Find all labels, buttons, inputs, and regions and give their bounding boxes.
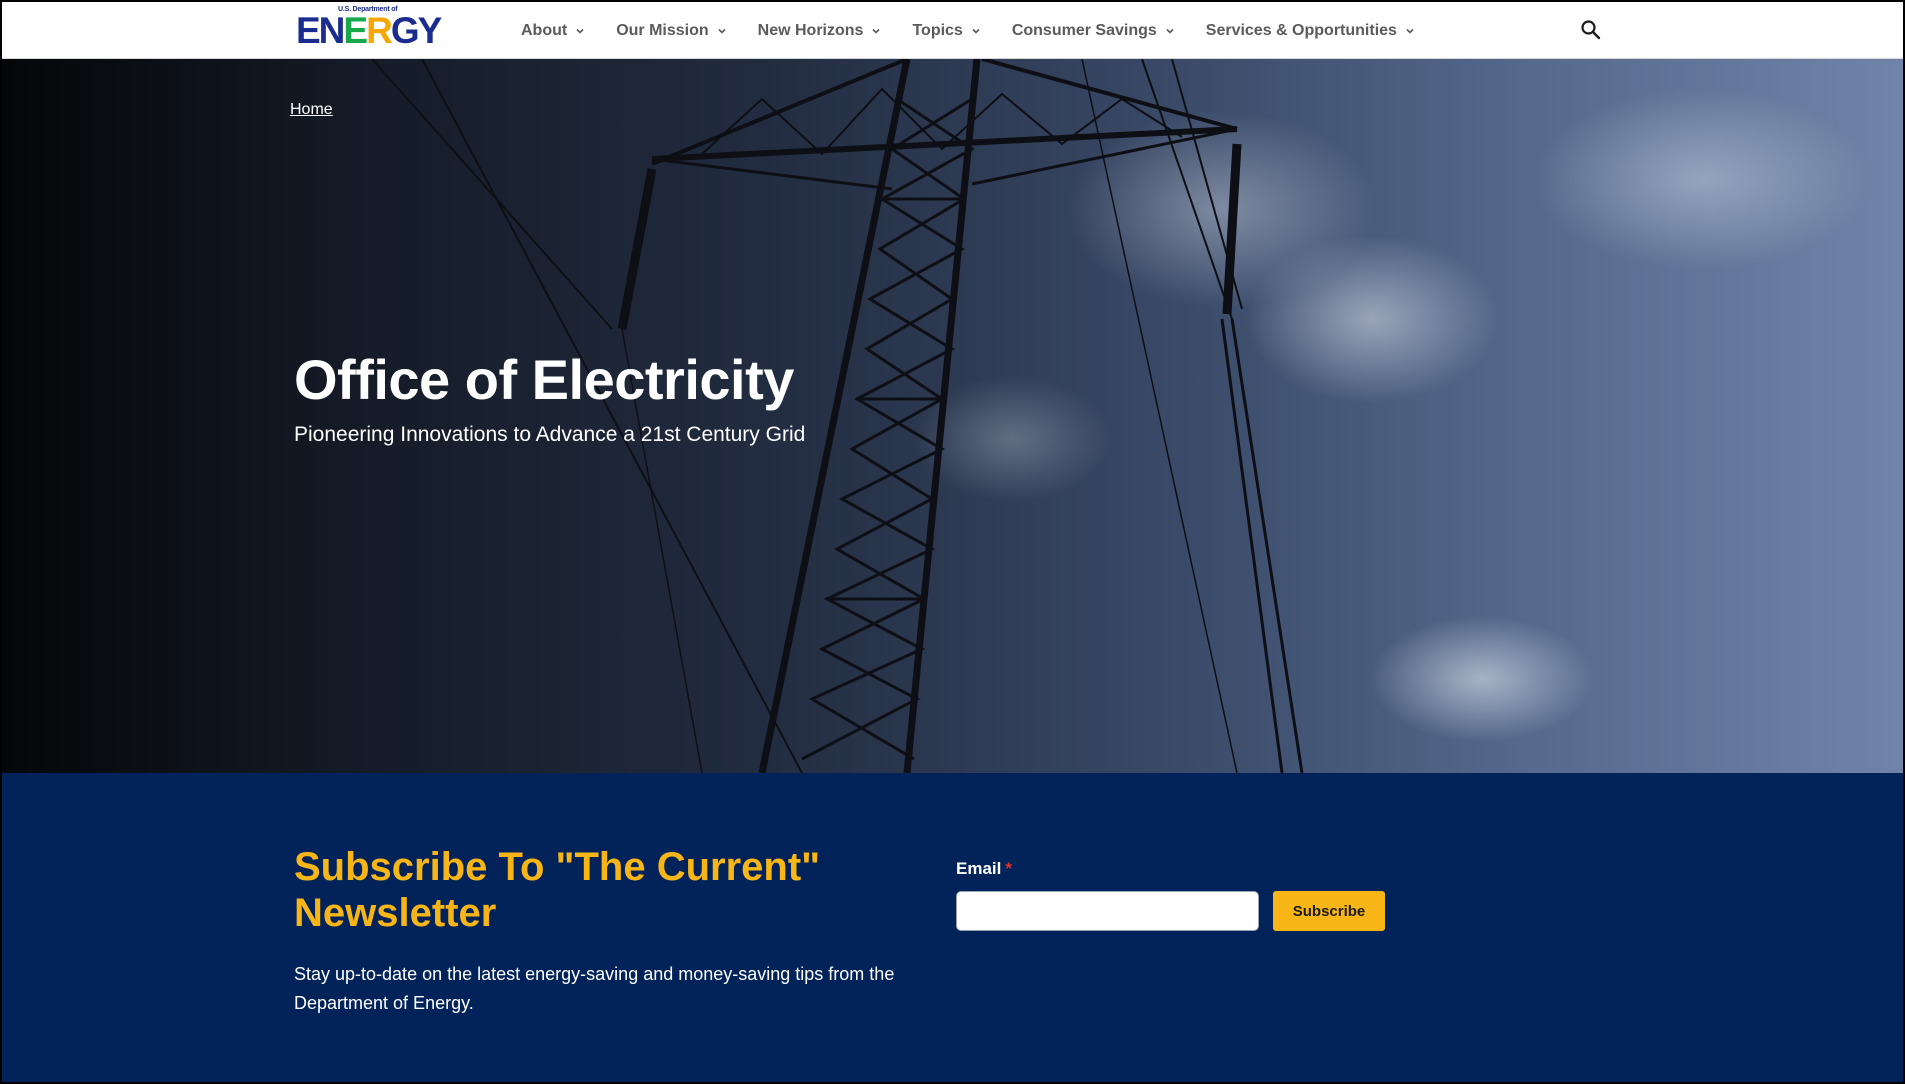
email-field[interactable]	[956, 891, 1259, 931]
nav-label: Services & Opportunities	[1205, 21, 1397, 39]
page-title: Office of Electricity	[294, 348, 794, 411]
breadcrumb-home[interactable]: Home	[290, 101, 333, 119]
newsletter-title: Subscribe To "The Current" Newsletter	[294, 845, 821, 935]
newsletter-description: Stay up-to-date on the latest energy-sav…	[294, 964, 895, 1013]
search-button[interactable]	[1580, 19, 1602, 41]
transmission-tower-image	[371, 59, 1304, 773]
nav-about[interactable]: About	[521, 22, 585, 40]
email-label-text: Email	[956, 859, 1002, 878]
subscribe-button[interactable]: Subscribe	[1273, 891, 1385, 931]
nav-label: Consumer Savings	[1011, 21, 1157, 39]
nav-topics[interactable]: Topics	[912, 22, 980, 40]
main-nav: About Our Mission New Horizons Topics Co…	[521, 2, 1446, 59]
nav-services-opportunities[interactable]: Services & Opportunities	[1206, 22, 1415, 40]
page-subtitle: Pioneering Innovations to Advance a 21st…	[294, 423, 806, 446]
chevron-down-icon	[1166, 28, 1174, 34]
chevron-down-icon	[872, 28, 881, 34]
email-label: Email *	[956, 859, 1012, 879]
nav-consumer-savings[interactable]: Consumer Savings	[1012, 22, 1175, 40]
chevron-down-icon	[1406, 28, 1414, 34]
nav-label: About	[521, 21, 568, 39]
nav-our-mission[interactable]: Our Mission	[616, 22, 726, 40]
newsletter-section: Subscribe To "The Current" Newsletter St…	[2, 773, 1903, 1082]
hero-banner: Home Office of Electricity Pioneering In…	[2, 59, 1903, 773]
chevron-down-icon	[576, 28, 584, 34]
nav-label: New Horizons	[757, 21, 864, 39]
nav-new-horizons[interactable]: New Horizons	[758, 22, 882, 40]
search-icon	[1581, 20, 1601, 40]
doe-logo[interactable]: U.S. Department of ENERGY	[296, 6, 446, 50]
nav-label: Our Mission	[616, 21, 709, 39]
logo-wordmark: ENERGY	[296, 10, 442, 51]
chevron-down-icon	[718, 28, 726, 34]
site-header: U.S. Department of ENERGY About Our Miss…	[2, 2, 1903, 59]
nav-label: Topics	[912, 21, 963, 39]
required-marker: *	[1005, 859, 1012, 878]
chevron-down-icon	[972, 28, 980, 34]
